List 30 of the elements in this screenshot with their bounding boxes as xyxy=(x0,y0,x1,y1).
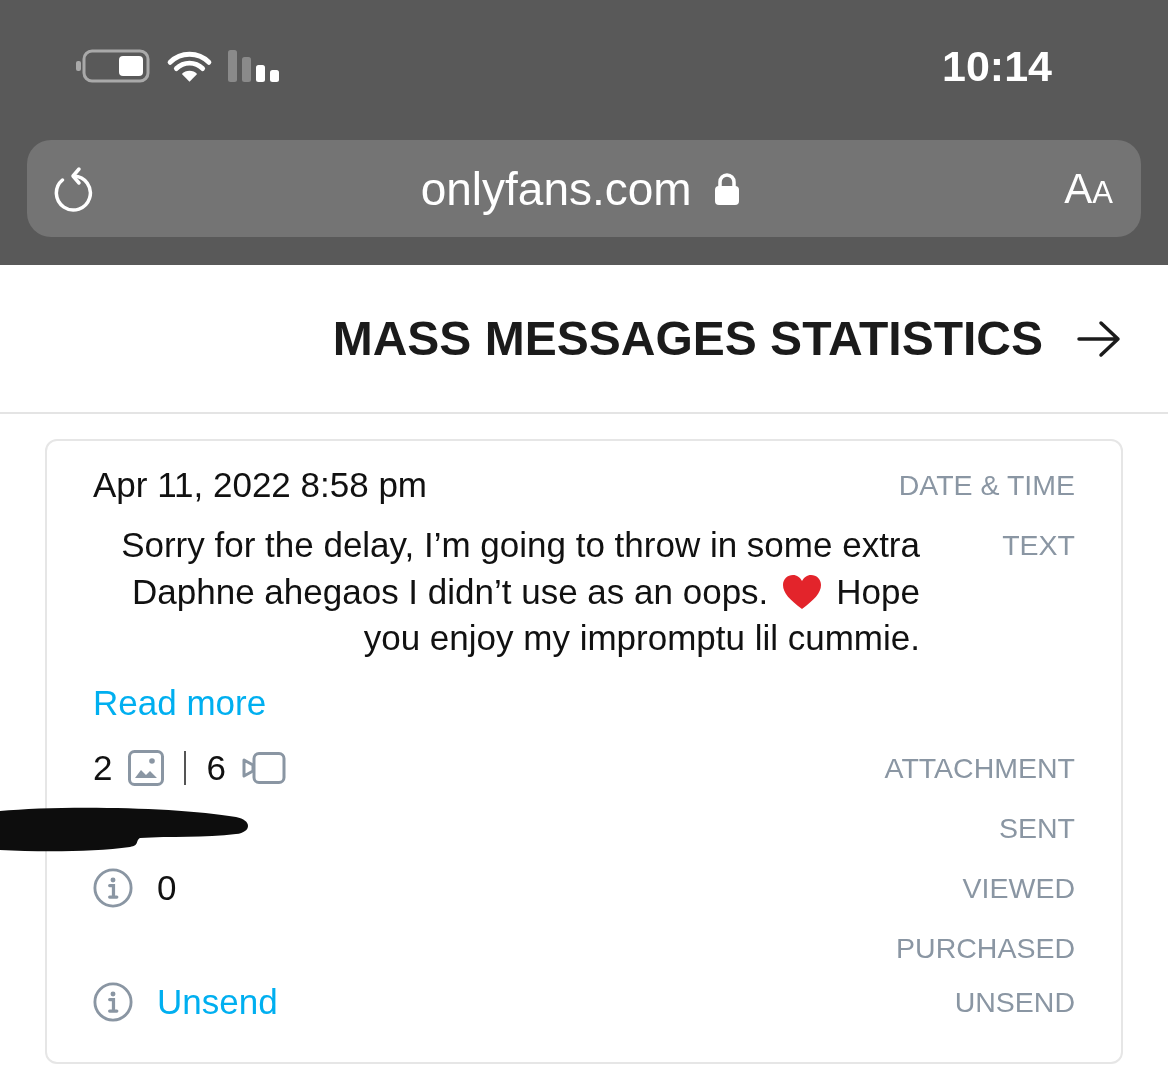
photo-count: 2 xyxy=(93,746,113,789)
stat-label: TEXT xyxy=(1001,528,1075,563)
page-title: MASS MESSAGES STATISTICS xyxy=(332,314,1043,363)
heart-icon xyxy=(782,573,823,610)
info-icon[interactable] xyxy=(93,867,133,908)
viewed-count: 0 xyxy=(157,866,177,909)
message-text: Sorry for the delay, I’m going to throw in some extra xyxy=(121,524,920,566)
address-bar[interactable]: onlyfans.com AA xyxy=(27,140,1141,237)
unsend-link[interactable]: Unsend xyxy=(157,978,278,1025)
message-text: Hope xyxy=(836,570,920,613)
date-time-value: Apr 11, 2022 8:58 pm xyxy=(93,465,428,504)
read-more-link[interactable]: Read more xyxy=(93,679,267,726)
clock-time: 10:14 xyxy=(942,44,1052,88)
stat-label: VIEWED xyxy=(961,870,1075,906)
video-camera-icon xyxy=(241,751,286,784)
stat-label: UNSEND xyxy=(953,984,1075,1020)
text-size-button[interactable]: AA xyxy=(1064,167,1113,210)
battery-icon xyxy=(75,49,151,83)
stat-label: SENT xyxy=(998,810,1075,846)
wifi-icon xyxy=(166,49,213,83)
message-text: Daphne ahegaos I didn’t use as an oops. xyxy=(132,570,769,613)
stat-label: DATE & TIME xyxy=(898,468,1075,503)
video-count: 6 xyxy=(206,746,226,789)
signal-icon xyxy=(228,50,282,82)
message-text: you enjoy my impromptu lil cummie. xyxy=(363,617,920,659)
stat-label: PURCHASED xyxy=(896,930,1075,966)
arrow-icon[interactable] xyxy=(1076,319,1122,358)
stat-label: ATTACHMENT xyxy=(884,750,1075,786)
image-icon xyxy=(128,749,165,786)
info-icon[interactable] xyxy=(93,981,133,1022)
